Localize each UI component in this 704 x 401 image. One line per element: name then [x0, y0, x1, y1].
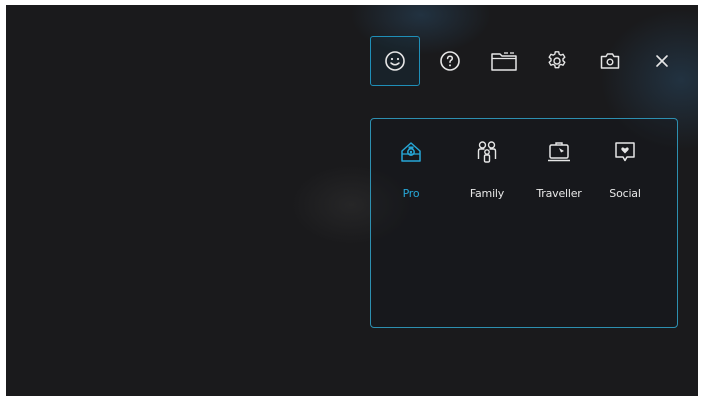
- folder-button[interactable]: [479, 36, 529, 86]
- family-icon: [472, 137, 502, 167]
- mode-label: Social: [609, 187, 641, 200]
- mode-label: Family: [469, 187, 505, 200]
- traveller-icon: [544, 137, 574, 167]
- help-icon: [440, 51, 460, 71]
- mode-social[interactable]: Social: [590, 137, 660, 200]
- settings-button[interactable]: [532, 36, 582, 86]
- help-button[interactable]: [425, 36, 475, 86]
- social-icon: [610, 137, 640, 167]
- close-button[interactable]: [637, 36, 687, 86]
- mode-label: Traveller: [536, 187, 582, 200]
- camera-button[interactable]: [585, 36, 635, 86]
- smiley-button[interactable]: [370, 36, 420, 86]
- mode-family[interactable]: Family: [452, 137, 522, 200]
- close-icon: [656, 55, 668, 67]
- pro-icon: [396, 137, 426, 167]
- smiley-icon: [385, 51, 405, 71]
- mode-panel: Pro Family Traveller Social: [370, 118, 678, 328]
- gear-icon: [548, 51, 566, 69]
- folder-icon: [491, 52, 517, 71]
- mode-traveller[interactable]: Traveller: [524, 137, 594, 200]
- screen: Pro Family Traveller Social: [6, 5, 698, 396]
- mode-pro[interactable]: Pro: [376, 137, 446, 200]
- camera-icon: [600, 53, 620, 69]
- top-toolbar: [6, 5, 698, 105]
- mode-label: Pro: [402, 187, 420, 200]
